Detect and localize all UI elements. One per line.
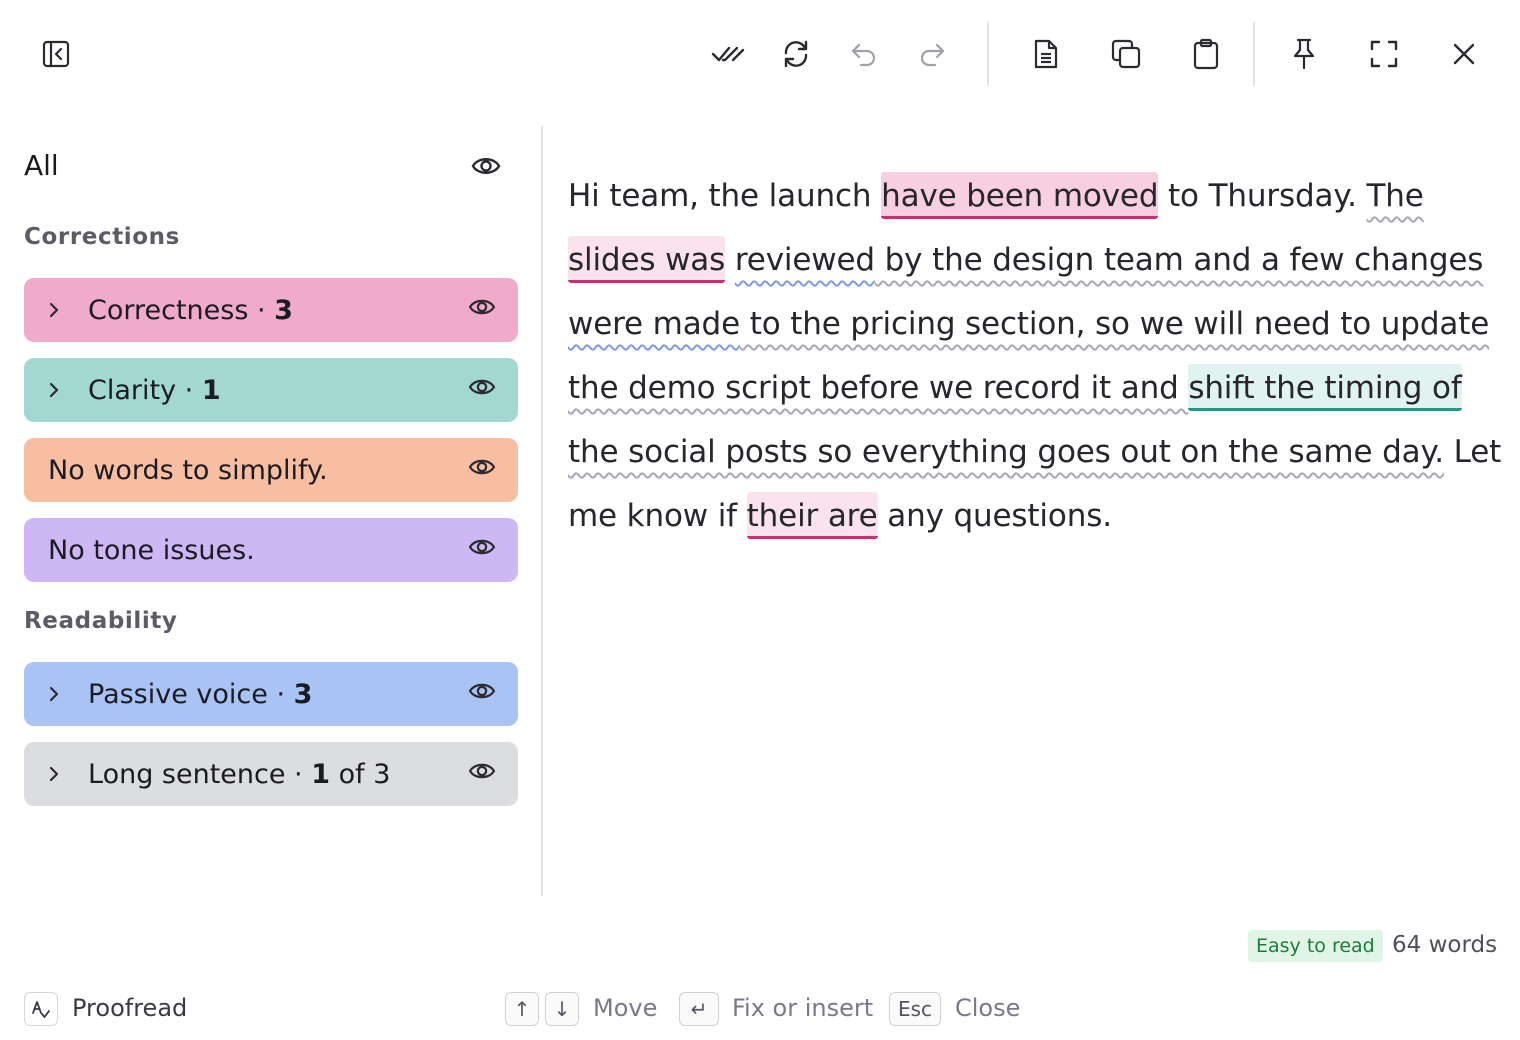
text-line: slides was reviewed by the design team a… bbox=[568, 228, 1488, 292]
passive-voice-highlight[interactable]: were made bbox=[568, 306, 740, 342]
all-filter-label: All bbox=[24, 149, 59, 182]
spellcheck-icon bbox=[24, 992, 58, 1026]
copy-icon[interactable] bbox=[1108, 36, 1144, 72]
refresh-icon[interactable] bbox=[778, 36, 814, 72]
arrow-up-key: ↑ bbox=[505, 992, 539, 1026]
long-sentence-highlight[interactable]: the social posts so everything goes out … bbox=[568, 434, 1444, 470]
eye-icon[interactable] bbox=[468, 376, 498, 404]
correctness-suggestion[interactable]: slides was bbox=[568, 236, 725, 283]
text-line: Hi team, the launch have been moved to T… bbox=[568, 164, 1488, 228]
undo-icon[interactable] bbox=[846, 36, 882, 72]
tone-card[interactable]: No tone issues. bbox=[24, 518, 518, 582]
eye-icon[interactable] bbox=[468, 760, 498, 788]
close-hint: Close bbox=[955, 994, 1021, 1022]
simplify-card[interactable]: No words to simplify. bbox=[24, 438, 518, 502]
text-segment: Hi team, the launch bbox=[568, 178, 882, 214]
move-hint: Move bbox=[593, 994, 658, 1022]
eye-icon[interactable] bbox=[468, 536, 498, 564]
sidebar-collapse-icon[interactable] bbox=[38, 36, 74, 72]
clarity-label: Clarity · 1 bbox=[88, 374, 221, 406]
chevron-right-icon bbox=[48, 381, 66, 399]
text-segment: me know if bbox=[568, 498, 747, 534]
readability-badge: Easy to read bbox=[1248, 930, 1383, 962]
long-sentence-card[interactable]: Long sentence · 1 of 3 bbox=[24, 742, 518, 806]
chevron-right-icon bbox=[48, 685, 66, 703]
arrow-down-key: ↓ bbox=[545, 992, 579, 1026]
pin-icon[interactable] bbox=[1286, 36, 1322, 72]
panel-divider bbox=[541, 126, 543, 896]
check-all-icon[interactable] bbox=[708, 36, 748, 72]
long-sentence-highlight[interactable]: by the design team and a few changes bbox=[875, 242, 1484, 278]
correctness-card[interactable]: Correctness · 3 bbox=[24, 278, 518, 342]
correctness-suggestion[interactable]: their are bbox=[746, 492, 878, 539]
correctness-suggestion[interactable]: have been moved bbox=[881, 172, 1158, 219]
chevron-right-icon bbox=[48, 765, 66, 783]
redo-icon[interactable] bbox=[914, 36, 950, 72]
toolbar-separator bbox=[1253, 22, 1255, 86]
clarity-card[interactable]: Clarity · 1 bbox=[24, 358, 518, 422]
corrections-section-title: Corrections bbox=[24, 224, 180, 250]
passive-voice-highlight[interactable]: reviewed bbox=[735, 242, 875, 278]
chevron-right-icon bbox=[48, 301, 66, 319]
text-line: the social posts so everything goes out … bbox=[568, 420, 1501, 484]
text-line: me know if their are any questions. bbox=[568, 484, 1488, 548]
esc-key: Esc bbox=[889, 992, 941, 1026]
text-segment: to Thursday. bbox=[1158, 178, 1367, 214]
eye-icon[interactable] bbox=[470, 150, 502, 182]
clarity-suggestion[interactable]: shift the timing of bbox=[1188, 364, 1462, 411]
tone-label: No tone issues. bbox=[48, 534, 255, 566]
long-sentence-highlight[interactable]: the demo script before we record it and bbox=[568, 370, 1188, 406]
passive-voice-card[interactable]: Passive voice · 3 bbox=[24, 662, 518, 726]
long-sentence-highlight[interactable]: The bbox=[1367, 178, 1424, 214]
eye-icon[interactable] bbox=[468, 296, 498, 324]
enter-key: ↵ bbox=[679, 992, 719, 1026]
fix-hint: Fix or insert bbox=[732, 994, 874, 1022]
text-segment: Let bbox=[1443, 434, 1502, 470]
close-icon[interactable] bbox=[1446, 36, 1482, 72]
text-segment bbox=[725, 242, 735, 278]
text-line: the demo script before we record it and … bbox=[568, 356, 1488, 420]
toolbar-separator bbox=[987, 22, 989, 86]
passive-voice-label: Passive voice · 3 bbox=[88, 678, 313, 710]
text-segment: any questions. bbox=[877, 498, 1112, 534]
long-sentence-highlight[interactable]: to the pricing section, so we will need … bbox=[740, 306, 1490, 342]
eye-icon[interactable] bbox=[468, 680, 498, 708]
simplify-label: No words to simplify. bbox=[48, 454, 328, 486]
clipboard-icon[interactable] bbox=[1188, 36, 1224, 72]
document-text[interactable]: Hi team, the launch have been moved to T… bbox=[568, 164, 1501, 548]
eye-icon[interactable] bbox=[468, 456, 498, 484]
readability-section-title: Readability bbox=[24, 608, 178, 634]
long-sentence-label: Long sentence · 1 of 3 bbox=[88, 758, 391, 790]
fullscreen-icon[interactable] bbox=[1366, 36, 1402, 72]
proofread-label: Proofread bbox=[72, 994, 188, 1022]
correctness-label: Correctness · 3 bbox=[88, 294, 293, 326]
text-line: were made to the pricing section, so we … bbox=[568, 292, 1490, 356]
document-icon[interactable] bbox=[1028, 36, 1064, 72]
word-count: 64 words bbox=[1392, 932, 1498, 958]
